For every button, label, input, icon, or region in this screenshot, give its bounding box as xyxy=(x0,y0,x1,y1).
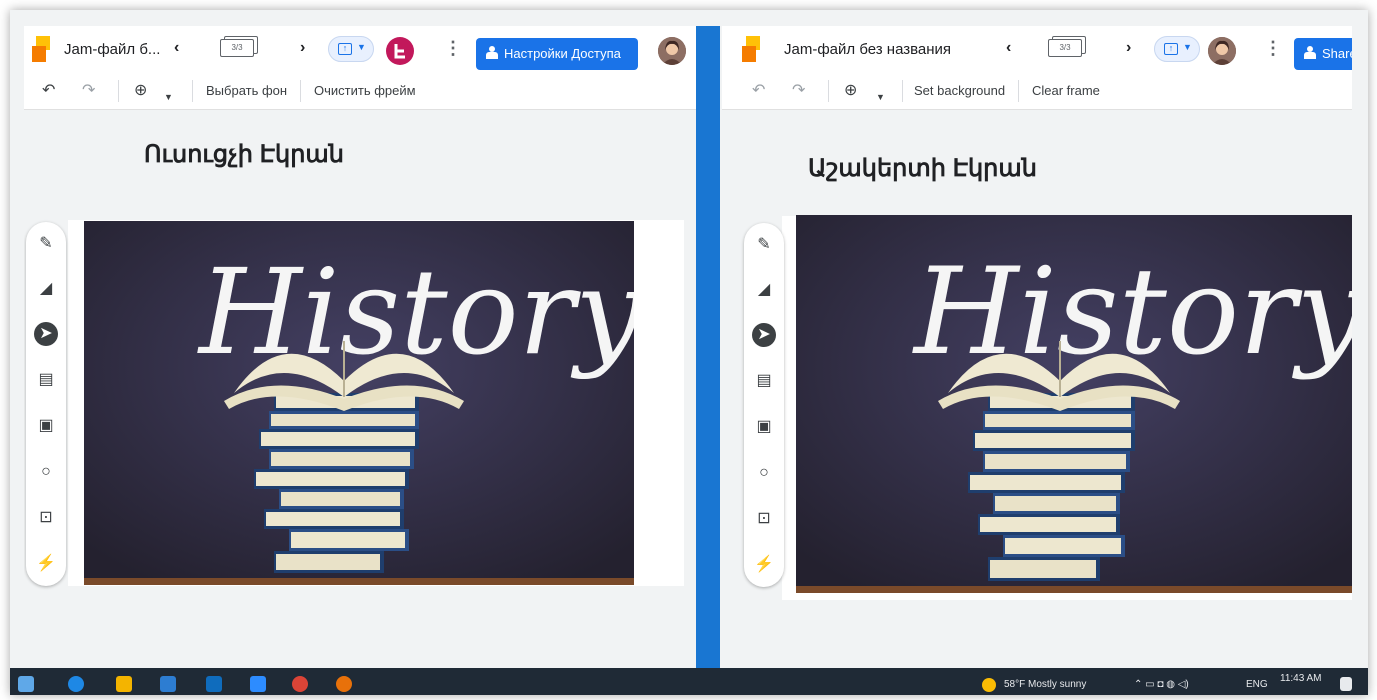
undo-icon[interactable]: ↶ xyxy=(42,82,55,100)
chrome-profile-icon[interactable] xyxy=(336,676,352,692)
set-background-button[interactable]: Set background xyxy=(914,83,1005,98)
screen-heading: Աշակերտի Էկրան xyxy=(808,155,1037,182)
person-add-icon xyxy=(1304,46,1316,60)
chevron-down-icon: ▼ xyxy=(357,42,366,52)
collaborator-avatar[interactable] xyxy=(1208,37,1236,65)
eraser-icon[interactable]: ◢ xyxy=(34,277,58,301)
laser-icon[interactable]: ⚡ xyxy=(752,553,776,577)
notification-center-icon[interactable] xyxy=(1340,677,1352,691)
frame-counter: 3/3 xyxy=(220,39,254,57)
redo-icon[interactable]: ↷ xyxy=(792,82,805,100)
text-box-icon[interactable]: ⊡ xyxy=(752,507,776,531)
toolbar-divider xyxy=(828,80,829,102)
jam-logo-icon[interactable] xyxy=(742,36,760,62)
frame-counter: 3/3 xyxy=(1048,39,1082,57)
student-jam-window: Jam-файл без названия ‹ 3/3 › ↑ ▼ ⋮ Shar… xyxy=(722,26,1352,684)
set-background-button[interactable]: Выбрать фон xyxy=(206,83,287,98)
present-icon: ↑ xyxy=(1164,43,1178,55)
present-button[interactable]: ↑ ▼ xyxy=(328,36,374,62)
share-button[interactable]: Share xyxy=(1294,38,1352,70)
top-bar: Jam-файл б... ‹ 3/3 › ↑ ▼ ⋮ Настройки До… xyxy=(24,26,696,72)
prev-frame-button[interactable]: ‹ xyxy=(1006,38,1011,58)
share-button-label: Настройки Доступа xyxy=(504,46,621,61)
tool-palette: ✎ ◢ ➤ ▤ ▣ ○ ⊡ ⚡ xyxy=(26,222,66,586)
toolbar-divider xyxy=(118,80,119,102)
zoom-app-icon[interactable] xyxy=(250,676,266,692)
prev-frame-button[interactable]: ‹ xyxy=(174,38,179,58)
desktop-frame: Jam-файл б... ‹ 3/3 › ↑ ▼ ⋮ Настройки До… xyxy=(10,10,1368,695)
more-options-icon[interactable]: ⋮ xyxy=(1264,38,1282,59)
pen-icon[interactable]: ✎ xyxy=(752,233,776,257)
toolbar-divider xyxy=(902,80,903,102)
pen-icon[interactable]: ✎ xyxy=(34,232,58,256)
eraser-icon[interactable]: ◢ xyxy=(752,278,776,302)
undo-icon[interactable]: ↶ xyxy=(752,82,765,100)
language-indicator[interactable]: ENG xyxy=(1246,679,1268,690)
screenshot-root: Jam-файл б... ‹ 3/3 › ↑ ▼ ⋮ Настройки До… xyxy=(0,0,1377,700)
frame-bar-toggle[interactable]: 3/3 xyxy=(1048,36,1086,58)
file-title[interactable]: Jam-файл без названия xyxy=(784,41,951,58)
tool-palette: ✎ ◢ ➤ ▤ ▣ ○ ⊡ ⚡ xyxy=(744,223,784,587)
select-pointer-icon[interactable]: ➤ xyxy=(752,323,776,347)
share-button[interactable]: Настройки Доступа xyxy=(476,38,638,70)
image-icon[interactable]: ▣ xyxy=(34,414,58,438)
mail-icon[interactable] xyxy=(206,676,222,692)
toolbar-divider xyxy=(192,80,193,102)
next-frame-button[interactable]: › xyxy=(300,38,305,58)
zoom-icon[interactable]: ⊕ xyxy=(844,82,857,100)
share-button-label: Share xyxy=(1322,46,1352,61)
shape-circle-icon[interactable]: ○ xyxy=(34,460,58,484)
split-divider xyxy=(696,26,720,684)
select-pointer-icon[interactable]: ➤ xyxy=(34,322,58,346)
jam-logo-icon[interactable] xyxy=(32,36,50,62)
chrome-icon[interactable] xyxy=(292,676,308,692)
file-title[interactable]: Jam-файл б... xyxy=(64,41,160,58)
edge-browser-icon[interactable] xyxy=(68,676,84,692)
person-add-icon xyxy=(486,46,498,60)
top-bar: Jam-файл без названия ‹ 3/3 › ↑ ▼ ⋮ Shar… xyxy=(722,26,1352,72)
image-icon[interactable]: ▣ xyxy=(752,415,776,439)
history-board-image: History xyxy=(796,215,1352,593)
history-board-image: History xyxy=(84,221,643,585)
toolbar-divider xyxy=(300,80,301,102)
user-avatar[interactable] xyxy=(658,37,686,65)
weather-text[interactable]: 58°F Mostly sunny xyxy=(1004,679,1086,690)
teacher-jam-window: Jam-файл б... ‹ 3/3 › ↑ ▼ ⋮ Настройки До… xyxy=(24,26,696,684)
clear-frame-button[interactable]: Очистить фрейм xyxy=(314,83,416,98)
start-menu-icon[interactable] xyxy=(18,676,34,692)
zoom-dropdown-icon[interactable]: ▼ xyxy=(876,88,885,106)
laser-icon[interactable]: ⚡ xyxy=(34,552,58,576)
text-box-icon[interactable]: ⊡ xyxy=(34,506,58,530)
store-icon[interactable] xyxy=(160,676,176,692)
toolbar-divider xyxy=(1018,80,1019,102)
system-tray-icons[interactable]: ⌃ ▭ ◘ ◍ ◁) xyxy=(1134,679,1189,690)
collaborator-avatar[interactable] xyxy=(386,37,414,65)
zoom-icon[interactable]: ⊕ xyxy=(134,82,147,100)
weather-sun-icon[interactable] xyxy=(982,678,996,692)
sticky-note-icon[interactable]: ▤ xyxy=(752,369,776,393)
shape-circle-icon[interactable]: ○ xyxy=(752,461,776,485)
sticky-note-icon[interactable]: ▤ xyxy=(34,368,58,392)
zoom-dropdown-icon[interactable]: ▼ xyxy=(164,88,173,106)
next-frame-button[interactable]: › xyxy=(1126,38,1131,58)
screen-heading: Ուսուցչի Էկրան xyxy=(144,141,345,168)
redo-icon[interactable]: ↷ xyxy=(82,82,95,100)
file-explorer-icon[interactable] xyxy=(116,676,132,692)
clock-time[interactable]: 11:43 AM xyxy=(1280,673,1322,684)
chevron-down-icon: ▼ xyxy=(1183,42,1192,52)
frame-bar-toggle[interactable]: 3/3 xyxy=(220,36,258,58)
clear-frame-button[interactable]: Clear frame xyxy=(1032,83,1100,98)
present-icon: ↑ xyxy=(338,43,352,55)
more-options-icon[interactable]: ⋮ xyxy=(444,38,462,59)
present-button[interactable]: ↑ ▼ xyxy=(1154,36,1200,62)
